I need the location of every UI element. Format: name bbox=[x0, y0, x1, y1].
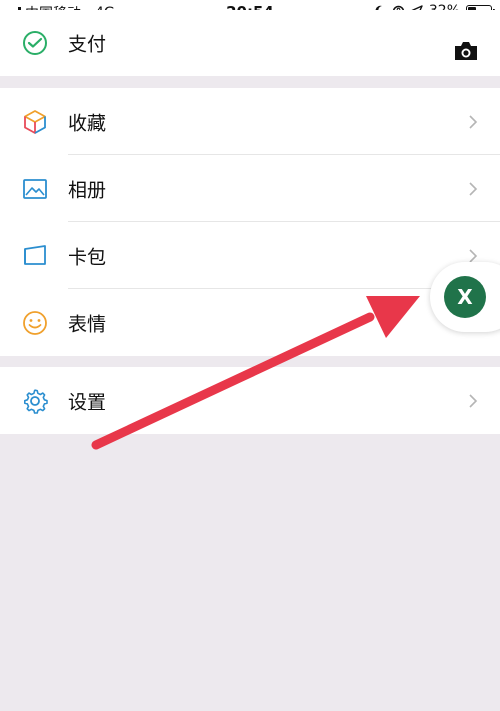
menu-item-stickers[interactable]: 表情 bbox=[0, 289, 500, 356]
chevron-right-icon bbox=[469, 181, 478, 196]
menu-item-album[interactable]: 相册 bbox=[0, 155, 500, 222]
menu-item-label: 支付 bbox=[68, 33, 107, 56]
menu-group-settings: 设置 bbox=[0, 367, 500, 434]
gear-icon bbox=[24, 388, 48, 414]
camera-icon[interactable] bbox=[453, 40, 479, 62]
floating-button-badge: X bbox=[444, 276, 486, 318]
card-icon bbox=[24, 244, 46, 265]
menu-item-label: 收藏 bbox=[68, 112, 107, 134]
menu-group-main: 收藏 相册 卡包 表情 bbox=[0, 88, 500, 356]
menu-item-pay[interactable]: 支付 bbox=[0, 10, 500, 76]
menu-group-pay: 支付 bbox=[0, 10, 500, 76]
chevron-right-icon bbox=[469, 114, 478, 129]
menu-item-cards[interactable]: 卡包 bbox=[0, 222, 500, 289]
cube-icon bbox=[24, 109, 46, 134]
menu-item-label: 表情 bbox=[68, 313, 107, 335]
image-icon bbox=[23, 178, 47, 199]
smiley-icon bbox=[23, 310, 47, 335]
menu-item-label: 设置 bbox=[68, 391, 107, 413]
menu-item-settings[interactable]: 设置 bbox=[0, 367, 500, 434]
floating-app-button[interactable]: X bbox=[430, 262, 500, 332]
pay-icon bbox=[23, 31, 47, 55]
menu-item-label: 相册 bbox=[68, 179, 107, 201]
floating-button-label: X bbox=[457, 285, 473, 309]
menu-item-favorites[interactable]: 收藏 bbox=[0, 88, 500, 155]
chevron-right-icon bbox=[469, 393, 478, 408]
menu-item-label: 卡包 bbox=[68, 246, 107, 268]
